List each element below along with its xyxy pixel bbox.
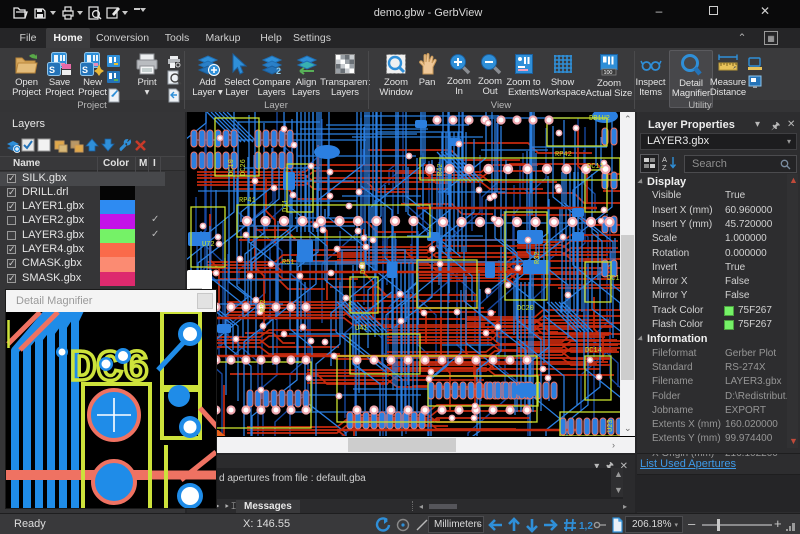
svg-text:S: S [49,65,55,75]
svg-text:DC13: DC13 [607,275,620,283]
svg-text:R42: R42 [437,163,445,176]
svg-text:DB1U2: DB1U2 [589,115,610,123]
svg-text:U72: U72 [202,241,215,249]
svg-text:DC10: DC10 [228,159,236,176]
svg-text:2: 2 [276,66,281,76]
svg-text:RP41: RP41 [239,197,256,205]
svg-text:DC8: DC8 [360,261,368,274]
svg-text:D71: D71 [282,199,290,212]
svg-text:U23: U23 [607,419,615,432]
svg-text:R52: R52 [260,299,268,312]
svg-text:DC20: DC20 [517,305,534,313]
svg-text:RP42: RP42 [555,151,572,159]
svg-text:U41: U41 [355,325,368,333]
svg-text:R32: R32 [534,251,542,264]
svg-text:100: 100 [604,70,613,76]
svg-text:Z: Z [662,163,667,171]
svg-text:DC14: DC14 [585,347,602,355]
svg-text:R51: R51 [282,259,295,267]
svg-text:DC11: DC11 [587,163,604,171]
svg-text:DC26: DC26 [240,159,248,176]
svg-text:S: S [82,65,88,75]
